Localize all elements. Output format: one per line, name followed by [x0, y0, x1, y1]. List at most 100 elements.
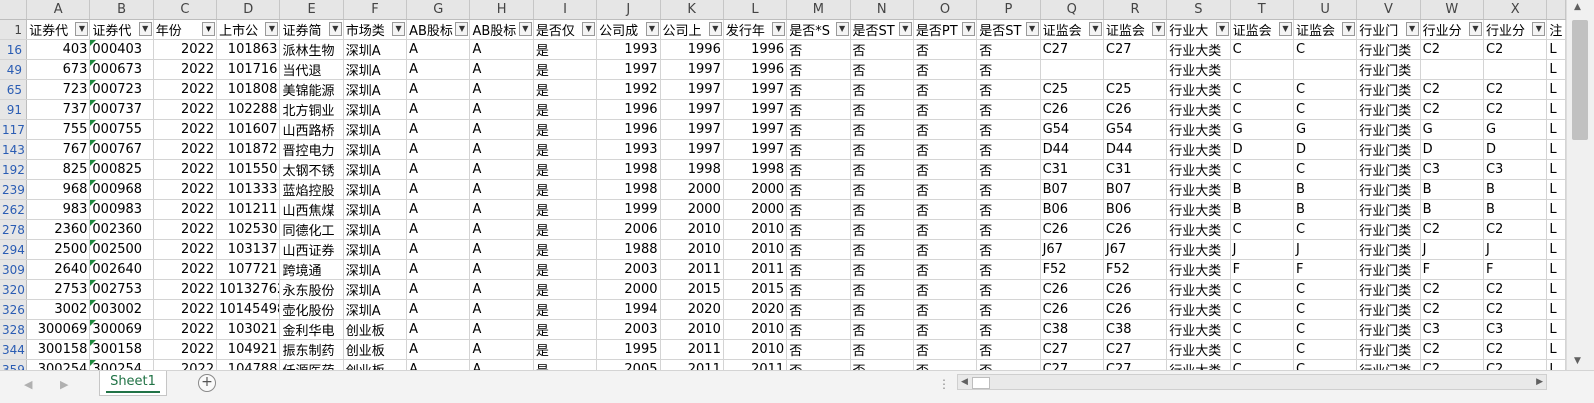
table-cell[interactable]: C31: [1040, 159, 1104, 180]
table-cell[interactable]: C27: [1103, 359, 1168, 370]
table-cell[interactable]: 行业门类: [1356, 139, 1421, 160]
table-cell[interactable]: 创业板: [343, 339, 408, 360]
sheet-tab-sheet1[interactable]: Sheet1: [99, 371, 167, 396]
table-cell[interactable]: 行业门类: [1356, 39, 1421, 60]
row-header[interactable]: 328: [0, 319, 28, 340]
table-cell[interactable]: 行业大类: [1166, 99, 1231, 120]
table-cell[interactable]: 否: [976, 219, 1041, 240]
table-cell[interactable]: L: [1546, 239, 1566, 260]
table-cell[interactable]: C: [1230, 279, 1294, 300]
table-cell[interactable]: 2000: [660, 199, 724, 220]
table-cell[interactable]: 否: [786, 119, 851, 140]
table-cell[interactable]: 行业大类: [1166, 39, 1231, 60]
table-cell[interactable]: 2010: [723, 239, 788, 260]
column-header-T[interactable]: T: [1230, 0, 1294, 20]
table-cell[interactable]: 968: [26, 179, 91, 200]
table-cell[interactable]: 否: [976, 239, 1041, 260]
table-cell[interactable]: 否: [850, 239, 914, 260]
table-cell[interactable]: 否: [786, 199, 851, 220]
table-cell[interactable]: C: [1230, 159, 1294, 180]
table-cell[interactable]: G: [1420, 119, 1484, 140]
header-cell[interactable]: 市场类 ▼: [343, 19, 408, 40]
table-cell[interactable]: 行业大类: [1166, 359, 1231, 370]
table-cell[interactable]: A: [469, 59, 534, 80]
table-cell[interactable]: 深圳A: [343, 39, 408, 60]
table-cell[interactable]: 否: [850, 179, 914, 200]
table-cell[interactable]: 行业门类: [1356, 119, 1421, 140]
table-cell[interactable]: 山西焦煤: [279, 199, 344, 220]
table-cell[interactable]: 1996: [723, 59, 788, 80]
table-cell[interactable]: F52: [1040, 259, 1104, 280]
next-sheet-icon[interactable]: ▶: [60, 378, 68, 391]
table-cell[interactable]: 107721: [216, 259, 281, 280]
table-cell[interactable]: 2022: [153, 119, 218, 140]
table-cell[interactable]: 101716: [216, 59, 281, 80]
table-cell[interactable]: 2022: [153, 39, 218, 60]
row-header[interactable]: 359: [0, 359, 28, 370]
table-cell[interactable]: B07: [1040, 179, 1104, 200]
table-cell[interactable]: C: [1230, 79, 1294, 100]
table-cell[interactable]: C2: [1483, 339, 1548, 360]
filter-dropdown-icon[interactable]: ▼: [1278, 22, 1292, 36]
filter-dropdown-icon[interactable]: ▼: [1532, 22, 1546, 36]
table-cell[interactable]: 2022: [153, 239, 218, 260]
table-cell[interactable]: 737: [26, 99, 91, 120]
table-cell[interactable]: 2011: [723, 259, 788, 280]
header-cell[interactable]: 行业分 ▼: [1483, 19, 1548, 40]
table-cell[interactable]: 否: [850, 79, 914, 100]
table-cell[interactable]: 是: [533, 359, 598, 370]
table-cell[interactable]: L: [1546, 99, 1566, 120]
table-cell[interactable]: C27: [1103, 339, 1168, 360]
table-cell[interactable]: D: [1483, 139, 1548, 160]
table-cell[interactable]: A: [406, 239, 471, 260]
column-header-O[interactable]: O: [913, 0, 978, 20]
table-cell[interactable]: 否: [850, 339, 914, 360]
table-cell[interactable]: 行业门类: [1356, 239, 1421, 260]
table-cell[interactable]: 行业大类: [1166, 119, 1231, 140]
table-cell[interactable]: C26: [1040, 219, 1104, 240]
table-cell[interactable]: 1994: [596, 299, 661, 320]
table-cell[interactable]: 否: [913, 239, 978, 260]
table-cell[interactable]: C: [1293, 319, 1358, 340]
header-cell[interactable]: AB股标 ▼: [406, 19, 471, 40]
table-cell[interactable]: [1230, 59, 1294, 80]
table-cell[interactable]: C2: [1420, 359, 1484, 370]
table-cell[interactable]: 否: [786, 99, 851, 120]
table-cell[interactable]: [1483, 59, 1548, 80]
column-header-S[interactable]: S: [1166, 0, 1231, 20]
table-cell[interactable]: D44: [1040, 139, 1104, 160]
scroll-down-arrow-icon[interactable]: ▼: [1574, 356, 1581, 366]
table-cell[interactable]: 1998: [596, 179, 661, 200]
table-cell[interactable]: 是: [533, 299, 598, 320]
table-cell[interactable]: 101607: [216, 119, 281, 140]
table-cell[interactable]: C2: [1420, 219, 1484, 240]
table-cell[interactable]: 101808: [216, 79, 281, 100]
column-header-W[interactable]: W: [1420, 0, 1484, 20]
table-cell[interactable]: 否: [850, 39, 914, 60]
table-cell[interactable]: 仟源医药: [279, 359, 344, 370]
prev-sheet-icon[interactable]: ◀: [24, 378, 32, 391]
table-cell[interactable]: 1997: [660, 139, 724, 160]
column-header-R[interactable]: R: [1103, 0, 1168, 20]
table-cell[interactable]: 深圳A: [343, 119, 408, 140]
horizontal-scroll-thumb[interactable]: [972, 377, 990, 389]
table-cell[interactable]: 否: [786, 319, 851, 340]
table-cell[interactable]: C: [1293, 339, 1358, 360]
table-cell[interactable]: 否: [976, 39, 1041, 60]
table-cell[interactable]: 否: [786, 299, 851, 320]
table-cell[interactable]: 1996: [596, 99, 661, 120]
table-cell[interactable]: 是: [533, 219, 598, 240]
table-cell[interactable]: C27: [1040, 39, 1104, 60]
table-cell[interactable]: L: [1546, 179, 1566, 200]
table-cell[interactable]: 深圳A: [343, 259, 408, 280]
table-cell[interactable]: 1997: [596, 59, 661, 80]
table-cell[interactable]: 否: [913, 39, 978, 60]
table-cell[interactable]: C2: [1483, 279, 1548, 300]
table-cell[interactable]: D: [1293, 139, 1358, 160]
table-cell[interactable]: 行业门类: [1356, 359, 1421, 370]
column-header-L[interactable]: L: [723, 0, 788, 20]
header-cell[interactable]: 行业分 ▼: [1420, 19, 1484, 40]
filter-dropdown-icon[interactable]: ▼: [1468, 22, 1482, 36]
table-cell[interactable]: 行业门类: [1356, 79, 1421, 100]
table-cell[interactable]: 2022: [153, 259, 218, 280]
